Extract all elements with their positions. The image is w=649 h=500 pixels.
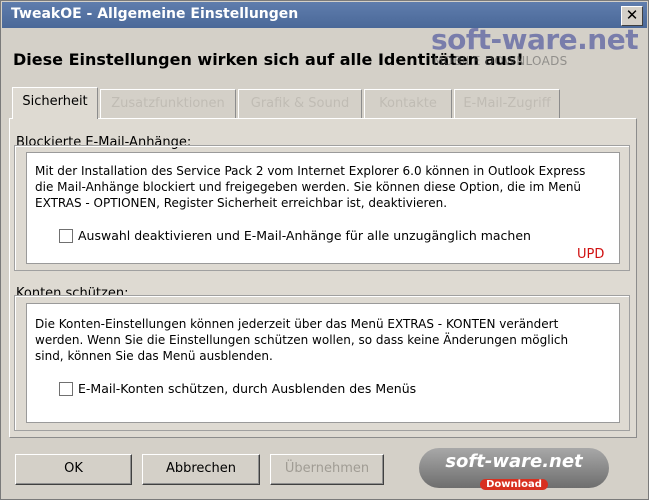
tab-zusatzfunktionen[interactable]: Zusatzfunktionen [100, 89, 236, 118]
checkbox-label: Auswahl deaktivieren und E-Mail-Anhänge … [78, 228, 531, 243]
group-box-blockierte-anhaenge: Mit der Installation des Service Pack 2 … [26, 152, 620, 264]
tab-sicherheit[interactable]: Sicherheit [12, 87, 98, 119]
checkbox-box[interactable] [59, 229, 73, 243]
dialog-window: TweakOE - Allgemeine Einstellungen ✕ Die… [0, 0, 649, 500]
logo-sub-text: Download [480, 479, 548, 490]
close-icon: ✕ [625, 6, 639, 24]
checkbox-anhaenge-deaktivieren[interactable]: Auswahl deaktivieren und E-Mail-Anhänge … [59, 228, 559, 244]
apply-button[interactable]: Übernehmen [270, 454, 384, 485]
upd-badge: UPD [577, 247, 605, 262]
ok-button[interactable]: OK [15, 454, 132, 485]
description-line: sind, können Sie das Menü ausblenden. [35, 349, 273, 363]
description-line: EXTRAS - OPTIONEN, Register Sicherheit e… [35, 196, 448, 210]
watermark-logo: soft-ware.net [431, 23, 639, 56]
group-box-konten-schuetzen: Die Konten-Einstellungen können jederzei… [26, 303, 620, 423]
software-net-logo: soft-ware.net Download [419, 448, 609, 490]
checkbox-konten-schuetzen[interactable]: E-Mail-Konten schützen, durch Ausblenden… [59, 381, 459, 397]
tab-email-zugriff[interactable]: E-Mail-Zugriff [454, 89, 560, 118]
window-title: TweakOE - Allgemeine Einstellungen [11, 6, 299, 22]
watermark-subtitle: MOBILE DOWNLOADS [433, 54, 568, 68]
cancel-button[interactable]: Abbrechen [142, 454, 260, 485]
checkbox-label: E-Mail-Konten schützen, durch Ausblenden… [78, 381, 417, 396]
description-line: die Mail-Anhänge blockiert und freigegeb… [35, 180, 582, 194]
tab-grafik-sound[interactable]: Grafik & Sound [238, 89, 362, 118]
logo-main-text: soft-ware.net [445, 451, 583, 472]
tab-kontakte[interactable]: Kontakte [364, 89, 452, 118]
tab-panel-sicherheit: Blockierte E-Mail-Anhänge: Mit der Insta… [9, 118, 637, 438]
description-line: Mit der Installation des Service Pack 2 … [35, 164, 586, 178]
description-line: Die Konten-Einstellungen können jederzei… [35, 317, 559, 331]
checkbox-box[interactable] [59, 382, 73, 396]
description-line: werden. Wenn Sie die Einstellungen schüt… [35, 333, 569, 347]
watermark: soft-ware.net MOBILE DOWNLOADS [431, 23, 641, 68]
